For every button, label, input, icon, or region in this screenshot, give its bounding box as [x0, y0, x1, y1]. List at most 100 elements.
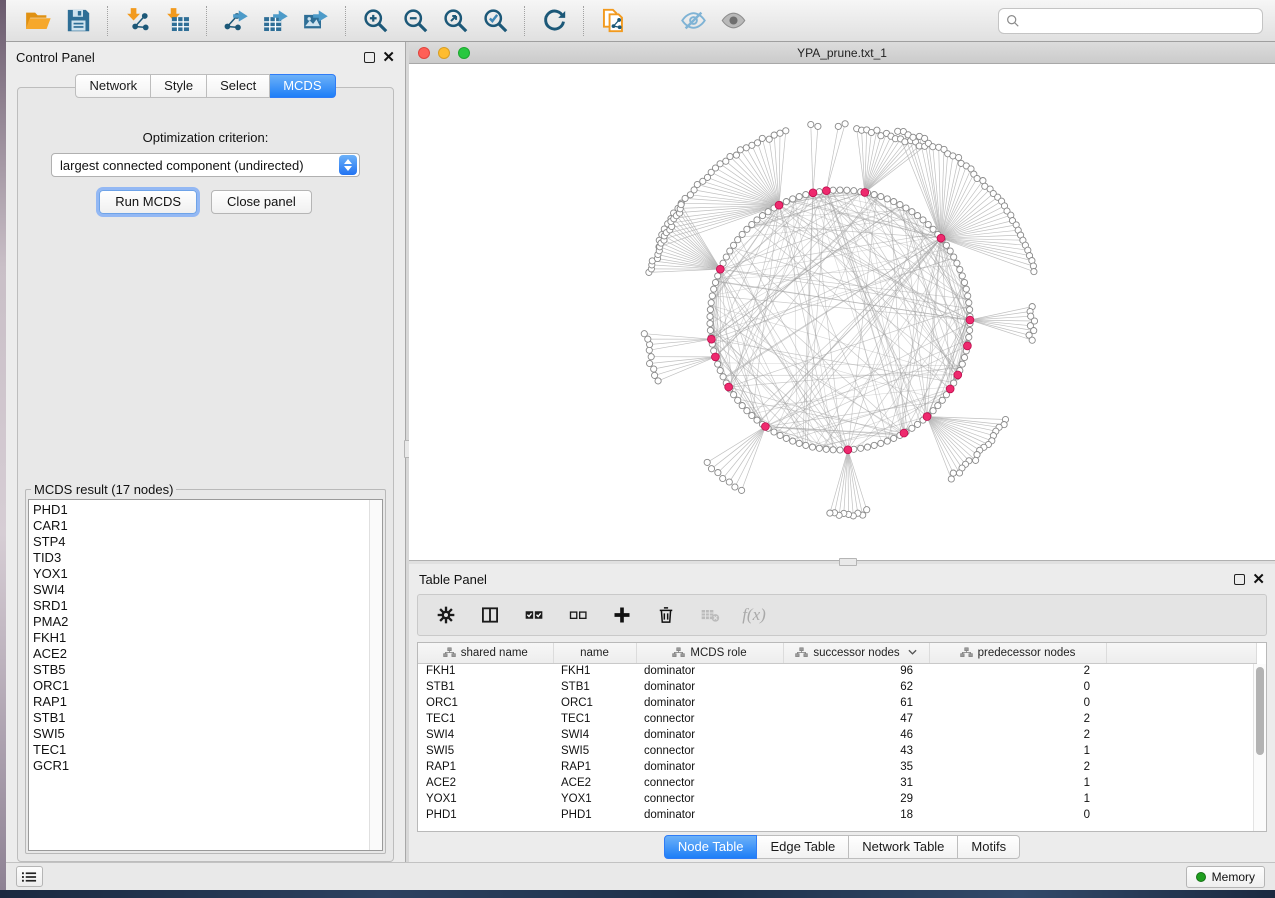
table-cell: 2 — [929, 711, 1106, 727]
network-graph[interactable] — [409, 64, 1274, 560]
zoom-in-button[interactable] — [355, 4, 395, 38]
close-panel-icon[interactable]: ✕ — [1252, 574, 1265, 585]
mcds-result-group: MCDS result (17 nodes) PHD1CAR1STP4TID3Y… — [25, 482, 386, 854]
table-scrollbar[interactable] — [1253, 664, 1266, 831]
table-scrollbar-thumb[interactable] — [1256, 667, 1264, 755]
status-bar: Memory — [6, 862, 1275, 890]
tab-select[interactable]: Select — [207, 74, 270, 98]
save-session-icon — [65, 7, 92, 34]
table-row[interactable]: RAP1RAP1dominator352 — [418, 759, 1256, 775]
column-header-MCDS-role[interactable]: MCDS role — [636, 643, 783, 663]
mcds-result-item[interactable]: TID3 — [33, 550, 382, 566]
table-row[interactable]: TEC1TEC1connector472 — [418, 711, 1256, 727]
mcds-result-item[interactable]: ACE2 — [33, 646, 382, 662]
column-header-shared-name[interactable]: shared name — [418, 643, 553, 663]
tab-mcds[interactable]: MCDS — [270, 74, 335, 98]
table-cell: 0 — [929, 679, 1106, 695]
mcds-result-list[interactable]: PHD1CAR1STP4TID3YOX1SWI4SRD1PMA2FKH1ACE2… — [28, 499, 383, 851]
table-tab-node-table[interactable]: Node Table — [664, 835, 758, 859]
mcds-result-item[interactable]: PMA2 — [33, 614, 382, 630]
mcds-list-scrollbar[interactable] — [369, 500, 382, 850]
optimization-criterion-select[interactable]: largest connected component (undirected) — [51, 153, 360, 177]
table-cell: ACE2 — [553, 775, 636, 791]
mcds-result-item[interactable]: SRD1 — [33, 598, 382, 614]
export-image-button[interactable] — [296, 4, 336, 38]
mcds-result-item[interactable]: STB5 — [33, 662, 382, 678]
mcds-result-item[interactable]: STP4 — [33, 534, 382, 550]
toolbar-separator — [583, 6, 584, 36]
splitter-handle[interactable] — [839, 558, 857, 566]
table-cell: 46 — [783, 727, 929, 743]
data-table[interactable]: shared namenameMCDS rolesuccessor nodesp… — [418, 643, 1257, 823]
table-cell — [1106, 695, 1256, 711]
deselect-all-button[interactable] — [566, 603, 590, 627]
save-session-button[interactable] — [58, 4, 98, 38]
mcds-result-item[interactable]: PHD1 — [33, 502, 382, 518]
mcds-result-item[interactable]: YOX1 — [33, 566, 382, 582]
table-row[interactable]: SWI4SWI4dominator462 — [418, 727, 1256, 743]
float-panel-icon[interactable] — [364, 52, 375, 63]
column-header-predecessor-nodes[interactable]: predecessor nodes — [929, 643, 1106, 663]
zoom-out-button[interactable] — [395, 4, 435, 38]
add-row-button[interactable] — [610, 603, 634, 627]
import-table-button[interactable] — [157, 4, 197, 38]
zoom-out-icon — [402, 7, 429, 34]
mcds-result-item[interactable]: GCR1 — [33, 758, 382, 774]
network-canvas[interactable] — [409, 64, 1275, 560]
table-cell: dominator — [636, 807, 783, 823]
tab-style[interactable]: Style — [151, 74, 207, 98]
show-panels-button[interactable] — [16, 866, 43, 887]
select-all-icon — [524, 605, 544, 625]
run-mcds-button[interactable]: Run MCDS — [99, 190, 197, 214]
mcds-result-item[interactable]: TEC1 — [33, 742, 382, 758]
float-panel-icon[interactable] — [1234, 574, 1245, 585]
mcds-result-item[interactable]: SWI5 — [33, 726, 382, 742]
mcds-result-item[interactable]: CAR1 — [33, 518, 382, 534]
import-network-button[interactable] — [117, 4, 157, 38]
mcds-result-item[interactable]: SWI4 — [33, 582, 382, 598]
zoom-fit-button[interactable] — [435, 4, 475, 38]
export-table-button[interactable] — [256, 4, 296, 38]
table-tab-motifs[interactable]: Motifs — [958, 835, 1020, 859]
table-row[interactable]: PHD1PHD1dominator180 — [418, 807, 1256, 823]
hide-selected-button[interactable] — [673, 4, 713, 38]
tab-network[interactable]: Network — [75, 74, 151, 98]
mcds-result-item[interactable]: RAP1 — [33, 694, 382, 710]
close-panel-icon[interactable]: ✕ — [382, 52, 395, 63]
table-tab-edge-table[interactable]: Edge Table — [757, 835, 849, 859]
close-panel-button[interactable]: Close panel — [211, 190, 312, 214]
copy-network-button[interactable] — [593, 4, 633, 38]
table-row[interactable]: SWI5SWI5connector431 — [418, 743, 1256, 759]
export-table-icon — [263, 7, 290, 34]
table-row[interactable]: STB1STB1dominator620 — [418, 679, 1256, 695]
search-network-button[interactable] — [633, 4, 673, 38]
select-all-button[interactable] — [522, 603, 546, 627]
delete-row-button[interactable] — [654, 603, 678, 627]
search-input[interactable] — [1025, 14, 1255, 28]
refresh-button[interactable] — [534, 4, 574, 38]
table-cell: PHD1 — [553, 807, 636, 823]
search-box[interactable] — [998, 8, 1263, 34]
settings-icon — [436, 605, 456, 625]
zoom-selected-button[interactable] — [475, 4, 515, 38]
table-row[interactable]: FKH1FKH1dominator962 — [418, 663, 1256, 679]
table-row[interactable]: ACE2ACE2connector311 — [418, 775, 1256, 791]
column-header-successor-nodes[interactable]: successor nodes — [783, 643, 929, 663]
export-network-button[interactable] — [216, 4, 256, 38]
memory-button[interactable]: Memory — [1186, 866, 1265, 888]
horizontal-splitter[interactable] — [409, 560, 1275, 564]
table-cell — [1106, 807, 1256, 823]
table-row[interactable]: YOX1YOX1connector291 — [418, 791, 1256, 807]
open-session-button[interactable] — [18, 4, 58, 38]
open-session-icon — [25, 7, 52, 34]
table-tab-network-table[interactable]: Network Table — [849, 835, 958, 859]
table-row[interactable]: ORC1ORC1dominator610 — [418, 695, 1256, 711]
settings-button[interactable] — [434, 603, 458, 627]
mcds-result-item[interactable]: STB1 — [33, 710, 382, 726]
table-header-row: shared namenameMCDS rolesuccessor nodesp… — [418, 643, 1256, 663]
show-hidden-button[interactable] — [713, 4, 753, 38]
mcds-result-item[interactable]: ORC1 — [33, 678, 382, 694]
column-view-button[interactable] — [478, 603, 502, 627]
mcds-result-item[interactable]: FKH1 — [33, 630, 382, 646]
column-header-name[interactable]: name — [553, 643, 636, 663]
